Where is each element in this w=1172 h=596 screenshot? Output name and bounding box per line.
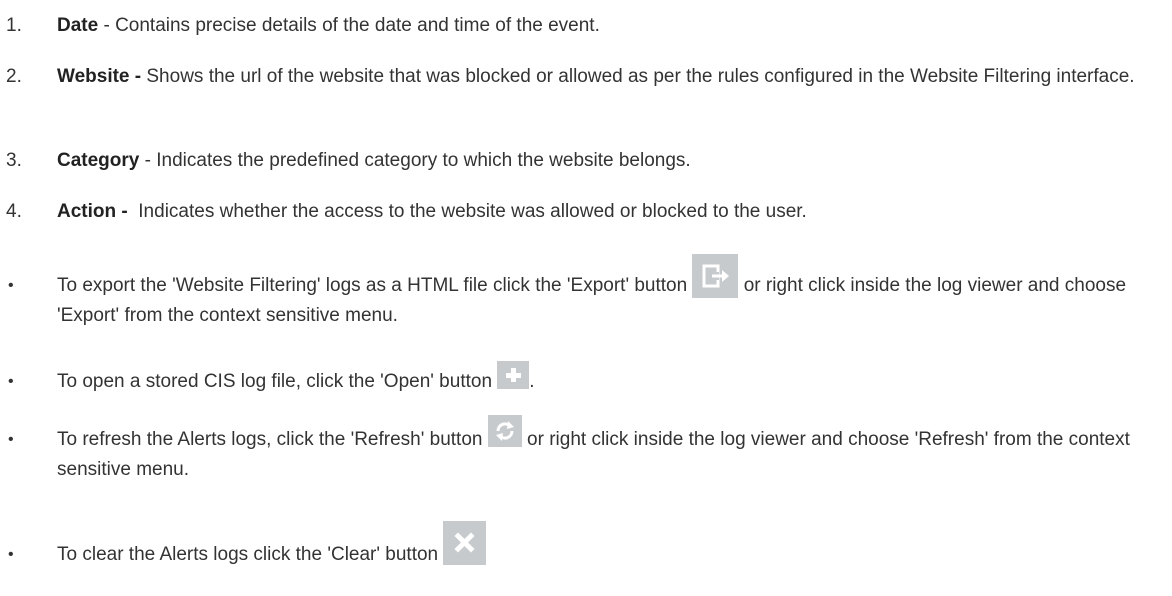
- list-item-action: 4. Action - Indicates whether the access…: [0, 197, 1165, 227]
- bullet-item-export: • To export the 'Website Filtering' logs…: [0, 253, 1165, 331]
- description: - Contains precise details of the date a…: [98, 15, 600, 36]
- bullet-item-clear: • To clear the Alerts logs click the 'Cl…: [0, 520, 1165, 570]
- description: Shows the url of the website that was bl…: [141, 66, 1135, 87]
- instruction-text: .: [529, 371, 535, 392]
- refresh-icon: [487, 414, 522, 447]
- bullet-item-open: • To open a stored CIS log file, click t…: [0, 360, 1165, 397]
- clear-x-icon: [443, 520, 487, 565]
- instruction-text: To clear the Alerts logs click the 'Clea…: [57, 544, 444, 565]
- bullet: •: [8, 373, 14, 390]
- list-number: 3.: [6, 150, 22, 171]
- term-website: Website -: [57, 66, 142, 87]
- bullet: •: [8, 277, 14, 294]
- bullet: •: [8, 431, 14, 448]
- instruction-text: To export the 'Website Filtering' logs a…: [57, 275, 693, 296]
- bullet-item-refresh: • To refresh the Alerts logs, click the …: [0, 414, 1165, 485]
- instruction-text: To open a stored CIS log file, click the…: [57, 371, 498, 392]
- list-number: 4.: [6, 201, 22, 222]
- description: Indicates whether the access to the webs…: [127, 201, 807, 222]
- instruction-text: To refresh the Alerts logs, click the 'R…: [57, 429, 488, 450]
- term-date: Date: [57, 15, 99, 36]
- term-category: Category: [57, 150, 140, 171]
- list-item-category: 3. Category - Indicates the predefined c…: [0, 146, 1165, 176]
- open-plus-icon: [497, 360, 530, 389]
- list-number: 1.: [6, 15, 22, 36]
- list-item-date: 1. Date - Contains precise details of th…: [0, 11, 1165, 41]
- bullet: •: [8, 546, 14, 563]
- description: - Indicates the predefined category to w…: [139, 150, 691, 171]
- list-item-website: 2. Website - Shows the url of the websit…: [0, 62, 1165, 92]
- export-icon: [692, 253, 739, 298]
- list-number: 2.: [6, 66, 22, 87]
- term-action: Action -: [57, 201, 128, 222]
